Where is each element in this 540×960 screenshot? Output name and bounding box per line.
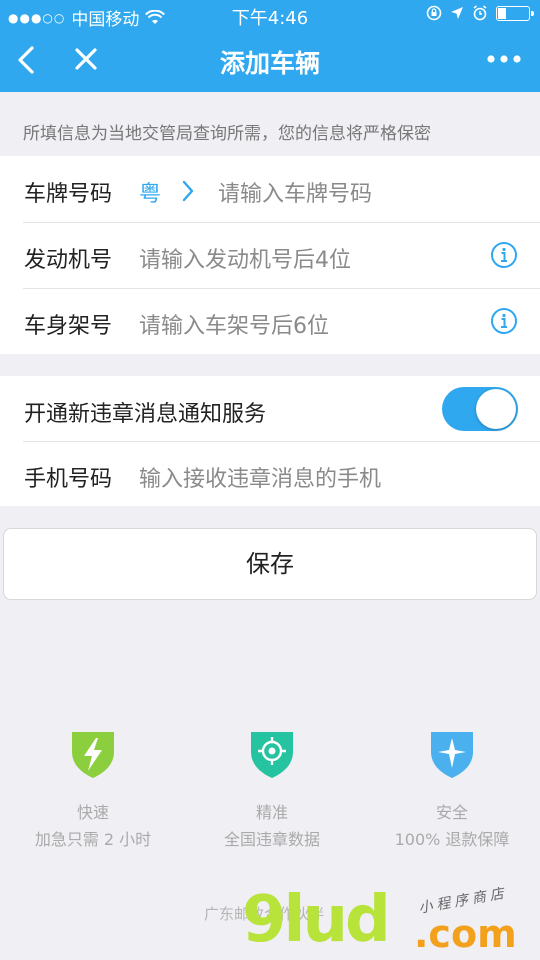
battery-icon	[496, 5, 534, 21]
phone-number-label: 手机号码	[24, 467, 113, 492]
engine-number-row: 发动机号 请输入发动机号后4位	[0, 222, 540, 288]
page-title: 添加车辆	[219, 49, 320, 78]
rotation-lock-icon	[426, 5, 442, 21]
feature-accurate: 精准 全国违章数据	[182, 728, 362, 850]
province-selector[interactable]: 粤	[139, 176, 161, 208]
status-bar: ●●●○○ 中国移动 下午4:46	[0, 0, 540, 30]
feature-list: 快速 加急只需 2 小时 精准 全国违章数据 安全 100% 退款保障	[0, 728, 540, 850]
engine-number-label: 发动机号	[24, 248, 113, 273]
frame-number-input[interactable]: 请输入车架号后6位	[139, 308, 329, 340]
location-icon	[451, 7, 463, 19]
toggle-knob	[476, 389, 516, 429]
plate-number-input[interactable]: 请输入车牌号码	[218, 176, 372, 208]
watermark-logo: 9lud .com 小程序商店	[238, 883, 538, 960]
target-shield-icon	[251, 732, 293, 778]
phone-number-row: 手机号码 输入接收违章消息的手机	[0, 441, 540, 506]
watermark-domain: .com	[414, 912, 517, 956]
notification-toggle-label: 开通新违章消息通知服务	[24, 402, 267, 427]
save-button[interactable]: 保存	[3, 528, 537, 600]
feature-fast: 快速 加急只需 2 小时	[3, 728, 183, 850]
star-shield-icon	[431, 732, 473, 778]
frame-number-row: 车身架号 请输入车架号后6位	[0, 288, 540, 354]
feature-description: 全国违章数据	[223, 830, 320, 849]
info-icon[interactable]	[490, 241, 518, 269]
chevron-right-icon[interactable]	[180, 178, 196, 204]
feature-title: 安全	[435, 803, 468, 822]
feature-title: 快速	[76, 803, 109, 822]
vehicle-form: 车牌号码 粤 请输入车牌号码 发动机号 请输入发动机号后4位 车身架号 请输入车…	[0, 156, 540, 354]
info-icon[interactable]	[490, 307, 518, 335]
feature-title: 精准	[255, 803, 288, 822]
notification-toggle-row: 开通新违章消息通知服务	[0, 376, 540, 441]
more-icon[interactable]	[484, 44, 524, 74]
engine-number-input[interactable]: 请输入发动机号后4位	[139, 242, 351, 274]
phone-number-input[interactable]: 输入接收违章消息的手机	[139, 461, 381, 493]
privacy-notice: 所填信息为当地交管局查询所需，您的信息将严格保密	[23, 124, 431, 144]
notification-settings: 开通新违章消息通知服务 手机号码 输入接收违章消息的手机	[0, 376, 540, 506]
frame-number-label: 车身架号	[24, 314, 113, 339]
feature-secure: 安全 100% 退款保障	[362, 728, 540, 850]
plate-number-label: 车牌号码	[24, 182, 113, 207]
alarm-icon	[473, 5, 487, 21]
lightning-shield-icon	[72, 732, 114, 778]
notification-toggle[interactable]	[442, 387, 518, 431]
watermark-brand: 9lud	[242, 883, 391, 957]
feature-description: 加急只需 2 小时	[34, 830, 152, 849]
plate-number-row: 车牌号码 粤 请输入车牌号码	[0, 156, 540, 222]
nav-bar: 添加车辆	[0, 30, 540, 92]
feature-description: 100% 退款保障	[394, 830, 510, 849]
